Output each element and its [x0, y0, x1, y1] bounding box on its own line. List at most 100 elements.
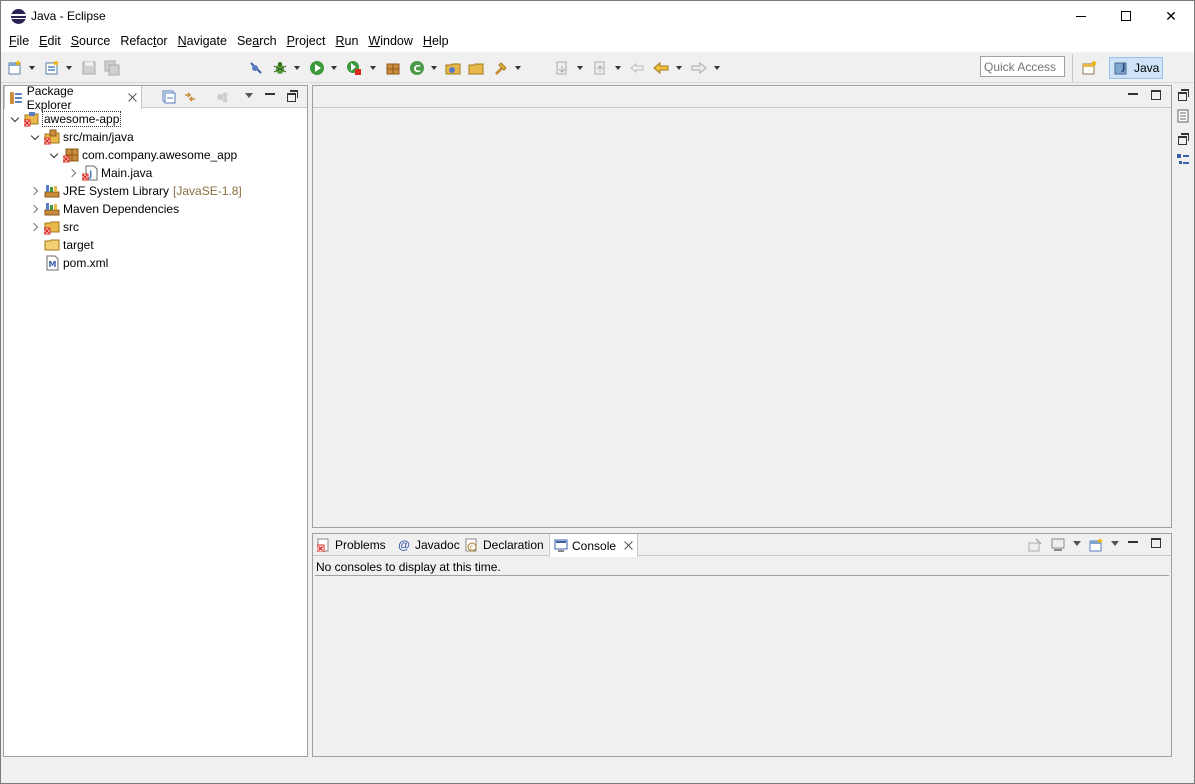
window-title: Java - Eclipse	[31, 9, 106, 23]
link-with-editor-icon[interactable]	[183, 90, 197, 104]
close-console-icon[interactable]	[624, 541, 633, 550]
back-dropdown-caret[interactable]	[676, 66, 682, 70]
last-edit-location-icon[interactable]	[629, 60, 645, 76]
open-task-icon[interactable]	[468, 60, 484, 76]
previous-annotation-icon[interactable]	[592, 60, 608, 76]
view-menu-icon[interactable]	[245, 93, 253, 98]
open-type-icon[interactable]	[445, 60, 461, 76]
tree-item-target[interactable]: target	[28, 236, 94, 254]
display-console-dropdown[interactable]	[1073, 541, 1081, 546]
new-class-dropdown-caret[interactable]	[431, 66, 437, 70]
new-dropdown-caret[interactable]	[29, 66, 35, 70]
expand-toggle[interactable]	[66, 164, 82, 182]
run-icon[interactable]	[309, 60, 325, 76]
maximize-console-view-icon[interactable]	[1151, 538, 1161, 548]
maximize-editor-icon[interactable]	[1151, 90, 1161, 100]
new-java-element-icon[interactable]	[44, 60, 60, 76]
new-icon[interactable]	[7, 60, 23, 76]
menu-file[interactable]: File	[5, 31, 33, 52]
menu-run[interactable]: Run	[331, 31, 362, 52]
minimize-button[interactable]	[1058, 1, 1104, 31]
expand-toggle[interactable]	[28, 182, 44, 200]
restore-trim-icon[interactable]	[1178, 89, 1189, 101]
expand-toggle[interactable]	[28, 200, 44, 218]
next-annotation-icon[interactable]	[554, 60, 570, 76]
focus-on-active-task-icon[interactable]	[215, 90, 229, 104]
run-dropdown-caret[interactable]	[331, 66, 337, 70]
maximize-button[interactable]	[1103, 1, 1149, 31]
tree-item-jre-system-library[interactable]: JRE System Library [JavaSE-1.8]	[28, 182, 242, 200]
package-explorer-view: Package Explorer awesome-app src/main/ja…	[3, 84, 308, 757]
menu-source[interactable]: Source	[67, 31, 115, 52]
previous-annotation-dropdown-caret[interactable]	[615, 66, 621, 70]
console-icon	[554, 539, 568, 552]
coverage-dropdown-caret[interactable]	[370, 66, 376, 70]
menu-edit[interactable]: Edit	[35, 31, 65, 52]
tab-package-explorer[interactable]: Package Explorer	[4, 84, 142, 112]
display-selected-console-icon[interactable]	[1051, 538, 1065, 552]
search-flashlight-icon[interactable]	[492, 60, 508, 76]
no-toggle	[28, 236, 44, 254]
collapse-all-icon[interactable]	[162, 90, 176, 104]
menu-navigate[interactable]: Navigate	[174, 31, 231, 52]
tab-problems[interactable]: Problems	[313, 534, 390, 556]
new-java-class-icon[interactable]: C	[409, 60, 425, 76]
menu-window[interactable]: Window	[364, 31, 416, 52]
menu-project[interactable]: Project	[283, 31, 330, 52]
pin-console-icon[interactable]	[1028, 538, 1042, 552]
open-perspective-icon[interactable]	[1082, 60, 1098, 76]
debug-dropdown-caret[interactable]	[294, 66, 300, 70]
tree-item-pom-xml[interactable]: M pom.xml	[28, 254, 108, 272]
maven-file-icon: M	[46, 255, 59, 271]
debug-icon[interactable]	[272, 60, 288, 76]
forward-arrow-icon[interactable]	[691, 60, 707, 76]
library-icon	[44, 203, 60, 216]
outline-icon[interactable]	[1176, 153, 1190, 167]
folder-error-icon	[44, 221, 60, 235]
expand-toggle[interactable]	[28, 128, 44, 146]
task-list-icon[interactable]	[1176, 109, 1190, 123]
restore-trim-icon-2[interactable]	[1178, 133, 1189, 145]
tree-item-label: com.company.awesome_app	[82, 148, 238, 162]
minimize-view-icon[interactable]	[265, 90, 275, 100]
tab-declaration[interactable]: C Declaration	[461, 534, 548, 556]
tree-item-awesome-app[interactable]: awesome-app	[8, 110, 122, 128]
close-button[interactable]: ✕	[1148, 1, 1194, 31]
skip-breakpoints-icon[interactable]	[248, 60, 264, 76]
package-icon	[63, 148, 79, 163]
tree-item-package[interactable]: com.company.awesome_app	[47, 146, 237, 164]
tab-console[interactable]: Console	[549, 534, 639, 557]
forward-dropdown-caret[interactable]	[714, 66, 720, 70]
menu-help[interactable]: Help	[419, 31, 453, 52]
next-annotation-dropdown-caret[interactable]	[577, 66, 583, 70]
tree-item-maven-dependencies[interactable]: Maven Dependencies	[28, 200, 179, 218]
tree-item-main-java[interactable]: J Main.java	[66, 164, 152, 182]
expand-toggle[interactable]	[28, 218, 44, 236]
tree-item-label: src	[63, 220, 79, 234]
new-java-package-icon[interactable]	[385, 60, 401, 76]
expand-toggle[interactable]	[47, 146, 63, 164]
open-console-icon[interactable]	[1089, 538, 1103, 552]
tab-javadoc[interactable]: @ Javadoc	[393, 534, 464, 556]
menu-refactor[interactable]: Refactor	[116, 31, 171, 52]
open-console-dropdown[interactable]	[1111, 541, 1119, 546]
tree-item-label: src/main/java	[63, 130, 134, 144]
restore-view-icon[interactable]	[287, 90, 298, 102]
save-all-icon[interactable]	[104, 60, 120, 76]
close-view-icon[interactable]	[128, 93, 137, 102]
java-perspective-button[interactable]: J Java	[1109, 57, 1163, 79]
svg-text:M: M	[49, 260, 57, 269]
tree-item-src-main-java[interactable]: src/main/java	[28, 128, 134, 146]
search-dropdown-caret[interactable]	[515, 66, 521, 70]
menu-search[interactable]: Search	[233, 31, 281, 52]
back-arrow-icon[interactable]	[653, 60, 669, 76]
new-element-dropdown-caret[interactable]	[66, 66, 72, 70]
eclipse-window: Java - Eclipse ✕ File Edit Source Refact…	[0, 0, 1195, 784]
coverage-icon[interactable]	[346, 60, 362, 76]
minimize-editor-icon[interactable]	[1128, 90, 1138, 100]
save-icon[interactable]	[81, 60, 97, 76]
quick-access-input[interactable]	[980, 56, 1065, 77]
expand-toggle[interactable]	[8, 110, 24, 128]
tree-item-src[interactable]: src	[28, 218, 79, 236]
minimize-console-view-icon[interactable]	[1128, 538, 1138, 548]
